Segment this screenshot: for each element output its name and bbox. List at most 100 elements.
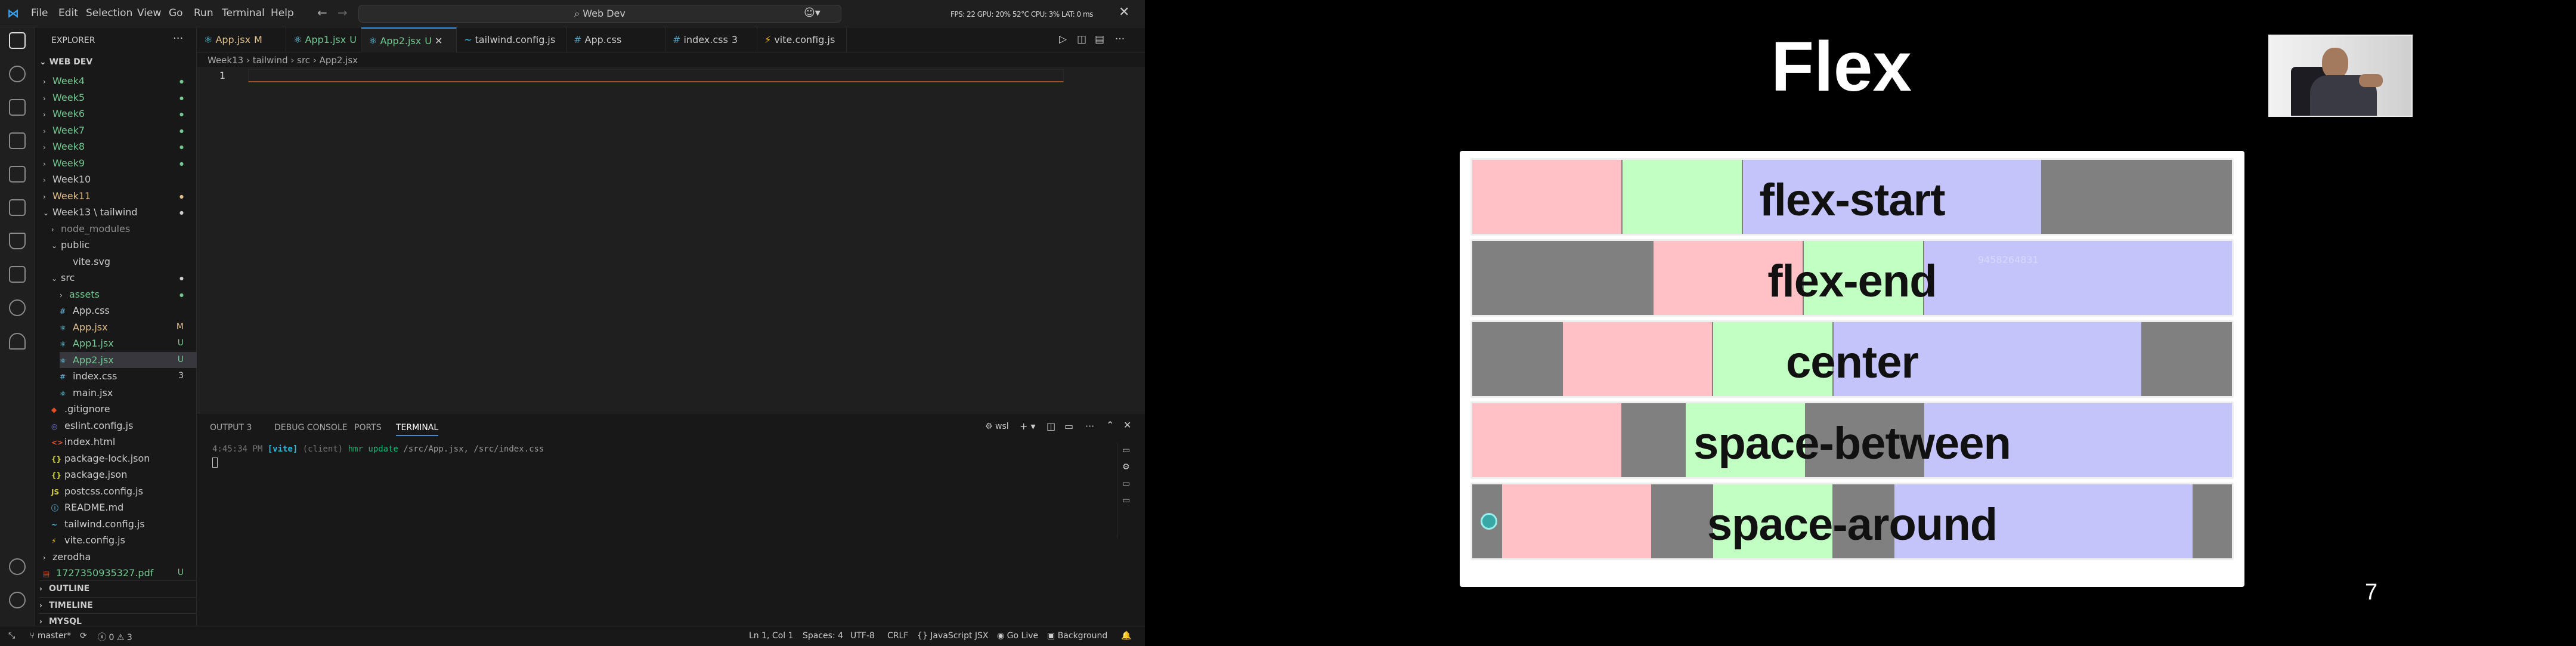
section-timeline[interactable]: › TIMELINE xyxy=(39,596,197,613)
tree-item[interactable]: ⚛ App2.jsx U xyxy=(60,351,197,368)
tree-item[interactable]: {} package-lock.json xyxy=(51,450,197,466)
maximize-panel-icon[interactable]: ⌃ xyxy=(1106,419,1114,431)
forward-arrow-icon[interactable]: → xyxy=(338,5,348,20)
close-tab-icon[interactable]: ✕ xyxy=(432,35,442,47)
new-terminal-icon[interactable]: + ▾ xyxy=(1020,421,1036,432)
tree-item[interactable]: vite.svg xyxy=(60,254,197,270)
remote-indicator-icon[interactable]: ⤡ xyxy=(8,631,15,641)
branch-indicator[interactable]: ⑂ master* xyxy=(30,631,71,641)
menu-help[interactable]: Help xyxy=(271,7,294,19)
terminal-output[interactable]: 4:45:34 PM [vite] (client) hmr update /s… xyxy=(212,444,544,468)
tab-terminal[interactable]: TERMINAL xyxy=(396,423,439,436)
breadcrumb-item[interactable]: tailwind xyxy=(253,55,288,66)
remote-explorer-icon[interactable] xyxy=(9,199,26,216)
tree-item[interactable]: # index.css 3 xyxy=(60,368,197,384)
tab-debug-console[interactable]: DEBUG CONSOLE xyxy=(274,423,348,432)
breadcrumb-item[interactable]: src xyxy=(297,55,310,66)
tree-item[interactable]: › Week10 xyxy=(43,171,197,187)
tree-item[interactable]: › Week7 ● xyxy=(43,122,197,138)
tab-vite-config-js[interactable]: ⚡ vite.config.js xyxy=(757,27,847,52)
tree-item[interactable]: ▤ 1727350935327.pdf U xyxy=(43,565,197,581)
tab-ports[interactable]: PORTS xyxy=(354,423,382,432)
menu-terminal[interactable]: Terminal xyxy=(222,7,265,19)
more-actions-icon[interactable]: ··· xyxy=(1115,33,1125,45)
tree-item[interactable]: › node_modules xyxy=(51,221,197,237)
python-icon[interactable] xyxy=(9,299,26,316)
line-endings[interactable]: CRLF xyxy=(887,631,908,641)
tab-app1-jsx[interactable]: ⚛ App1.jsx U xyxy=(286,27,361,52)
kill-terminal-icon[interactable]: ▭ xyxy=(1064,421,1073,432)
tree-item[interactable]: ⌄ src ● xyxy=(51,270,197,286)
tree-item[interactable]: # App.css xyxy=(60,302,197,319)
code-editor[interactable]: 1 xyxy=(197,67,1145,413)
terminal-task-icon[interactable]: ▭ xyxy=(1122,479,1130,489)
tree-item[interactable]: › Week6 ● xyxy=(43,106,197,122)
breadcrumb-item[interactable]: Week13 xyxy=(208,55,243,66)
tree-item[interactable]: › zerodha xyxy=(43,549,197,565)
menu-view[interactable]: View xyxy=(137,7,161,19)
split-editor-icon[interactable]: ◫ xyxy=(1077,33,1086,45)
command-center-search[interactable]: ⌕ Web Dev xyxy=(358,5,841,23)
tree-item[interactable]: JS postcss.config.js xyxy=(51,483,197,499)
menu-file[interactable]: File xyxy=(31,7,48,19)
tree-item[interactable]: ◆ .gitignore xyxy=(51,401,197,417)
menu-edit[interactable]: Edit xyxy=(58,7,78,19)
tree-item[interactable]: › Week5 ● xyxy=(43,89,197,106)
copilot-icon[interactable]: ☺▾ xyxy=(804,7,821,19)
section-outline[interactable]: › OUTLINE xyxy=(39,580,197,596)
database-icon[interactable] xyxy=(9,266,26,283)
tree-item[interactable]: ◎ eslint.config.js xyxy=(51,418,197,434)
terminal-shell-selector[interactable]: ⚙ wsl xyxy=(985,422,1009,431)
tree-item[interactable]: ⌄ public xyxy=(51,237,197,253)
toggle-layout-icon[interactable]: ▤ xyxy=(1095,33,1104,45)
go-live-button[interactable]: ◉ Go Live xyxy=(997,631,1038,641)
tree-item[interactable]: ⓘ README.md xyxy=(51,499,197,515)
close-window-icon[interactable]: ✕ xyxy=(1119,5,1129,20)
workspace-root[interactable]: ⌄ WEB DEV xyxy=(39,57,92,67)
tree-item[interactable]: ⚛ main.jsx xyxy=(60,385,197,401)
terminal-shell-icon[interactable]: ▭ xyxy=(1122,496,1130,505)
breadcrumb-item[interactable]: App2.jsx xyxy=(320,55,358,66)
search-icon[interactable] xyxy=(9,66,26,82)
mongodb-icon[interactable] xyxy=(9,333,26,350)
tab-output[interactable]: OUTPUT 3 xyxy=(210,423,252,432)
tab-tailwind-config-js[interactable]: ~ tailwind.config.js xyxy=(457,27,566,52)
terminal-debug-icon[interactable]: ⚙ xyxy=(1122,462,1130,472)
close-panel-icon[interactable]: ✕ xyxy=(1123,419,1131,431)
tree-item[interactable]: › Week4 ● xyxy=(43,73,197,89)
explorer-icon[interactable] xyxy=(9,32,26,49)
run-file-icon[interactable]: ▷ xyxy=(1059,33,1067,45)
tree-item[interactable]: › Week9 ● xyxy=(43,155,197,171)
settings-gear-icon[interactable] xyxy=(9,592,26,608)
split-terminal-icon[interactable]: ◫ xyxy=(1046,421,1055,432)
tree-item[interactable]: ⚛ App.jsx M xyxy=(60,319,197,335)
tree-item[interactable]: {} package.json xyxy=(51,466,197,483)
extensions-icon[interactable] xyxy=(9,166,26,183)
testing-icon[interactable] xyxy=(9,233,26,249)
tree-item[interactable]: ⌄ Week13 \ tailwind ● xyxy=(43,204,197,220)
tab-app2-jsx[interactable]: ⚛ App2.jsx U ✕ xyxy=(361,27,457,52)
cursor-position[interactable]: Ln 1, Col 1 xyxy=(749,631,794,641)
tree-item[interactable]: ⚛ App1.jsx U xyxy=(60,335,197,351)
tree-item[interactable]: › Week8 ● xyxy=(43,138,197,154)
indentation[interactable]: Spaces: 4 xyxy=(803,631,843,641)
tree-item[interactable]: › assets ● xyxy=(60,286,197,302)
menu-selection[interactable]: Selection xyxy=(86,7,132,19)
tab-app-jsx[interactable]: ⚛ App.jsx M xyxy=(197,27,286,52)
tree-item[interactable]: ~ tailwind.config.js xyxy=(51,516,197,532)
sync-icon[interactable]: ⟳ xyxy=(80,631,87,641)
account-icon[interactable] xyxy=(9,558,26,575)
tab-index-css[interactable]: # index.css 3 xyxy=(665,27,757,52)
run-debug-icon[interactable] xyxy=(9,132,26,149)
language-mode[interactable]: {} JavaScript JSX xyxy=(917,631,989,641)
more-actions-icon[interactable]: ··· xyxy=(1085,421,1094,432)
problems-indicator[interactable]: ⓧ 0 ⚠ 3 xyxy=(98,631,132,643)
menu-run[interactable]: Run xyxy=(194,7,213,19)
menu-go[interactable]: Go xyxy=(169,7,183,19)
more-actions-icon[interactable]: ··· xyxy=(173,32,183,45)
tree-item[interactable]: › Week11 ● xyxy=(43,188,197,204)
back-arrow-icon[interactable]: ← xyxy=(317,5,327,20)
tree-item[interactable]: <> index.html xyxy=(51,434,197,450)
terminal-instance-icon[interactable]: ▭ xyxy=(1122,446,1130,455)
encoding[interactable]: UTF-8 xyxy=(850,631,875,641)
